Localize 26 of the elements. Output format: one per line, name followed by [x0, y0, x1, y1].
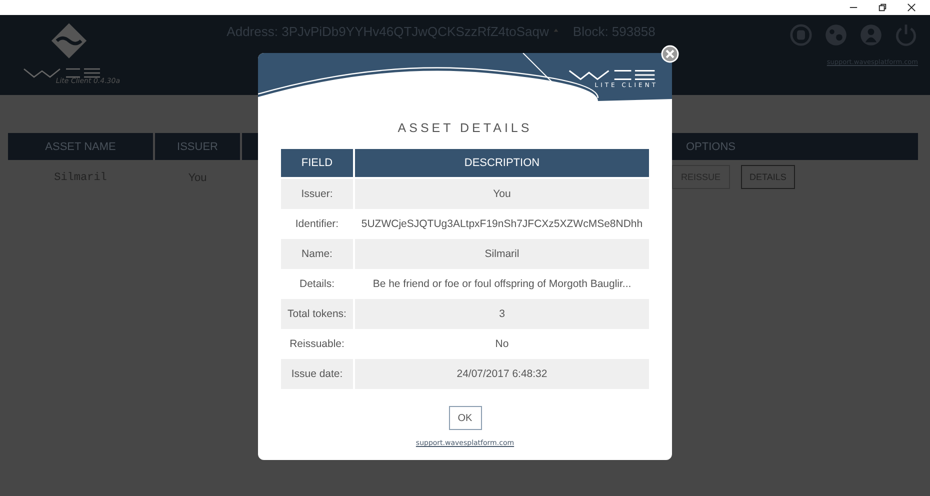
description-cell: 24/07/2017 6:48:32: [355, 359, 649, 389]
description-cell-text: No: [494, 337, 510, 352]
user-icon[interactable]: [859, 23, 883, 47]
column-header: FIELD: [281, 149, 353, 177]
column-header: DESCRIPTION: [355, 149, 649, 177]
field-cell: Issue date:: [281, 359, 353, 389]
power-icon[interactable]: [894, 23, 918, 47]
field-cell-text: Details:: [298, 277, 336, 292]
description-cell-text: Be he friend or foe or foul offspring of Morgoth Bauglir...: [372, 277, 632, 292]
column-header: ISSUER: [155, 133, 240, 160]
close-icon[interactable]: [907, 3, 916, 12]
description-cell-text: 5UZWCjeSJQTUg3ALtpxF19nSh7JFCXz5XZWcMSe8NDhh: [360, 217, 644, 232]
globe-icon[interactable]: [824, 23, 848, 47]
restore-icon[interactable]: [878, 3, 887, 12]
dialog-title: ASSET DETAILS: [398, 121, 532, 135]
column-header: ASSET NAME: [8, 133, 153, 160]
field-cell: Name:: [281, 239, 353, 269]
field-cell-text: Identifier:: [294, 217, 340, 232]
field-cell-text: Reissuable:: [288, 337, 346, 352]
field-cell: Issuer:: [281, 179, 353, 209]
column-header: OPTIONS: [672, 133, 918, 160]
description-cell: 3: [355, 299, 649, 329]
field-cell: Total tokens:: [281, 299, 353, 329]
ok-button[interactable]: OK: [448, 406, 482, 430]
description-cell: You: [355, 179, 649, 209]
description-cell: Silmaril: [355, 239, 649, 269]
